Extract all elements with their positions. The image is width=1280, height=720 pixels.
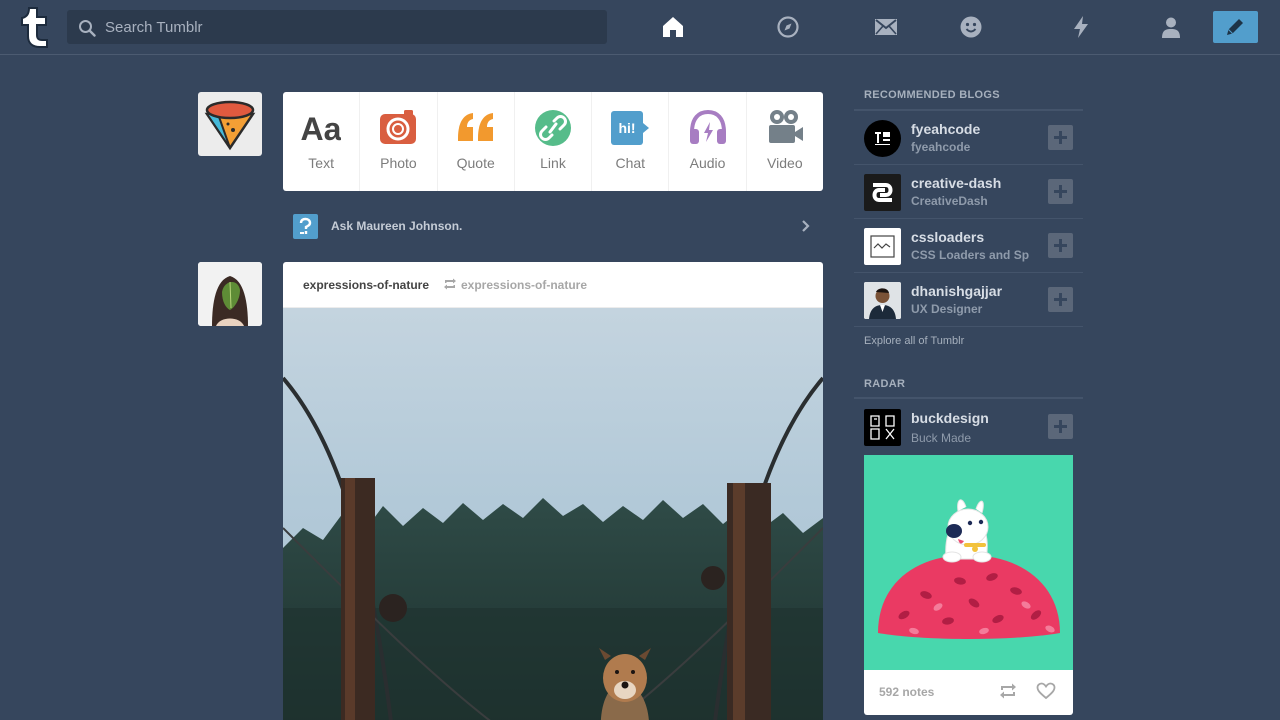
follow-plus-button[interactable]: [1048, 287, 1073, 312]
inbox-mail-icon[interactable]: [873, 14, 899, 40]
blog-subtitle: fyeahcode: [911, 140, 971, 154]
svg-text:Aa: Aa: [301, 111, 341, 147]
man-portrait-avatar-icon: [864, 282, 901, 319]
headphones-icon: [689, 109, 726, 144]
compose-pencil-icon: [1227, 19, 1243, 35]
reblog-icon[interactable]: [998, 682, 1018, 700]
blog-avatar: [864, 409, 901, 446]
post-type-label: Chat: [615, 155, 646, 171]
blog-subtitle: CreativeDash: [911, 194, 988, 208]
top-navigation-bar: [0, 0, 1280, 55]
post-type-label: Audio: [689, 155, 726, 171]
explore-compass-icon[interactable]: [775, 14, 801, 40]
blog-avatar: [864, 174, 901, 211]
post-type-label: Link: [540, 155, 566, 171]
woman-with-leaf-avatar-icon: [198, 262, 262, 326]
follow-plus-button[interactable]: [1048, 414, 1073, 439]
blog-subtitle: Buck Made: [911, 431, 972, 445]
ask-prompt-row[interactable]: Ask Maureen Johnson.: [283, 210, 823, 242]
link-icon: [534, 110, 571, 146]
recommended-blog-row[interactable]: cssloaders CSS Loaders and Sp: [854, 219, 1083, 273]
reblog-small-icon: [444, 278, 456, 290]
post-type-quote[interactable]: Quote: [438, 92, 515, 191]
home-icon[interactable]: [660, 14, 686, 40]
post-type-text[interactable]: Aa Text: [283, 92, 361, 191]
blog-name: fyeahcode: [911, 121, 981, 137]
triangle-logo-avatar-icon: [204, 100, 256, 151]
blog-name: cssloaders: [911, 229, 985, 245]
chevron-right-icon[interactable]: [801, 219, 811, 233]
post-type-label: Text: [308, 155, 334, 171]
ask-prompt-text: Ask Maureen Johnson.: [331, 219, 463, 233]
code-logo-icon: [875, 132, 890, 145]
activity-lightning-icon[interactable]: [1068, 14, 1094, 40]
post-type-label: Quote: [456, 155, 495, 171]
follow-plus-button[interactable]: [1048, 179, 1073, 204]
post-type-label: Photo: [380, 155, 417, 171]
video-camera-icon: [768, 110, 803, 143]
search-icon: [79, 20, 96, 37]
post-type-label: Video: [767, 155, 803, 171]
ask-question-icon: [293, 214, 318, 239]
dash-logo-icon: [872, 183, 893, 202]
buck-logo-icon: [870, 415, 895, 440]
search-box[interactable]: [67, 10, 607, 44]
post-author-link[interactable]: expressions-of-nature: [303, 278, 429, 292]
blog-subtitle: CSS Loaders and Sp: [911, 248, 1030, 262]
post-type-menu: Aa Text Photo Quote Link hi! Chat Audio …: [283, 92, 823, 191]
post-type-link[interactable]: Link: [515, 92, 593, 191]
dashboard-post: expressions-of-nature expressions-of-nat…: [283, 262, 823, 720]
loader-wave-logo-icon: [870, 235, 895, 258]
explore-all-link[interactable]: Explore all of Tumblr: [864, 335, 964, 347]
svg-text:hi!: hi!: [619, 120, 636, 136]
blog-name: buckdesign: [911, 410, 989, 426]
recommended-blog-row[interactable]: fyeahcode fyeahcode: [854, 111, 1083, 165]
post-photo-dog-on-bridge[interactable]: [283, 308, 823, 720]
tumblr-logo-icon[interactable]: [16, 6, 52, 48]
compose-post-button[interactable]: [1213, 11, 1258, 43]
user-avatar[interactable]: [198, 92, 262, 156]
account-person-icon[interactable]: [1158, 14, 1184, 40]
search-input[interactable]: [105, 10, 595, 44]
radar-post-footer: 592 notes: [864, 670, 1073, 715]
recommended-blog-row[interactable]: creative-dash CreativeDash: [854, 165, 1083, 219]
follow-plus-button[interactable]: [1048, 125, 1073, 150]
post-type-video[interactable]: Video: [747, 92, 823, 191]
recommended-blogs-heading: RECOMMENDED BLOGS: [864, 89, 1000, 101]
camera-icon: [380, 110, 417, 144]
follow-plus-button[interactable]: [1048, 233, 1073, 258]
blog-subtitle: UX Designer: [911, 302, 983, 316]
blog-avatar: [864, 282, 901, 319]
like-heart-icon[interactable]: [1036, 682, 1056, 700]
text-aa-icon: Aa: [301, 111, 341, 147]
blog-avatar: [864, 228, 901, 265]
blog-avatar: [864, 120, 901, 157]
recommended-blog-row[interactable]: dhanishgajjar UX Designer: [854, 273, 1083, 327]
post-type-audio[interactable]: Audio: [669, 92, 747, 191]
radar-post-card: 592 notes: [864, 455, 1073, 715]
quote-icon: [457, 113, 493, 141]
post-type-photo[interactable]: Photo: [360, 92, 438, 191]
notes-count[interactable]: 592 notes: [879, 685, 934, 699]
radar-post-image[interactable]: [864, 455, 1073, 670]
blog-name: creative-dash: [911, 175, 1002, 191]
post-type-chat[interactable]: hi! Chat: [592, 92, 670, 191]
divider: [854, 397, 1083, 399]
radar-blog-row[interactable]: buckdesign Buck Made: [854, 400, 1083, 454]
messaging-face-icon[interactable]: [958, 14, 984, 40]
post-header: expressions-of-nature expressions-of-nat…: [283, 262, 823, 308]
blog-name: dhanishgajjar: [911, 283, 1003, 299]
radar-heading: RADAR: [864, 378, 906, 390]
chat-bubble-icon: hi!: [611, 111, 650, 145]
post-source-link[interactable]: expressions-of-nature: [461, 278, 587, 292]
post-author-avatar[interactable]: [198, 262, 262, 326]
